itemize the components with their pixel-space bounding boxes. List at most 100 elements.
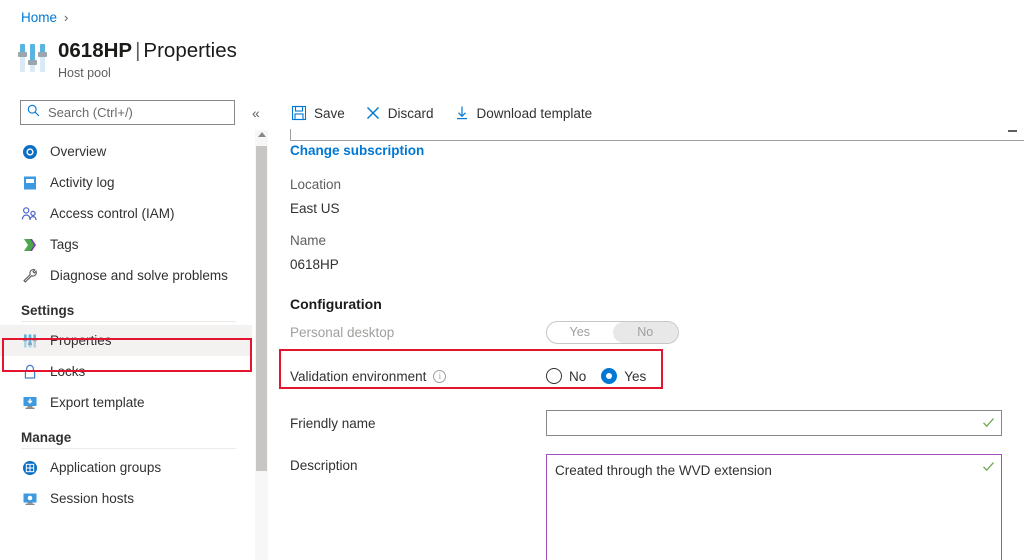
location-value: East US — [290, 201, 1016, 216]
search-box[interactable] — [20, 100, 235, 125]
save-button[interactable]: Save — [291, 105, 345, 121]
subscription-select-partial[interactable] — [290, 129, 1024, 141]
save-icon — [291, 105, 307, 121]
validation-environment-label: Validation environment i — [290, 369, 546, 384]
description-input-wrap[interactable]: Created through the WVD extension — [546, 454, 1002, 560]
sidebar-item-label: Activity log — [50, 175, 115, 190]
search-input[interactable] — [46, 104, 228, 121]
sidebar-item-properties[interactable]: Properties — [0, 325, 252, 356]
scrollbar-thumb[interactable] — [256, 146, 267, 471]
sidebar-group-settings-title: Settings — [0, 303, 252, 318]
chevron-right-icon: › — [64, 10, 68, 25]
sidebar-item-label: Application groups — [50, 460, 161, 475]
sidebar-item-label: Properties — [50, 333, 112, 348]
discard-button[interactable]: Discard — [365, 105, 434, 121]
radio-label: No — [569, 369, 586, 384]
checkmark-icon — [982, 460, 994, 472]
scroll-up-arrow-icon[interactable] — [258, 132, 266, 137]
activity-log-icon — [21, 174, 38, 191]
breadcrumb: Home › — [21, 10, 68, 25]
name-value: 0618HP — [290, 257, 1016, 272]
sidebar-item-application-groups[interactable]: Application groups — [0, 452, 252, 483]
friendly-name-row: Friendly name — [290, 410, 1016, 436]
sidebar-item-label: Session hosts — [50, 491, 134, 506]
tags-icon — [21, 236, 38, 253]
sidebar-search-row: « — [20, 100, 260, 125]
location-label: Location — [290, 177, 1016, 192]
sidebar-item-label: Access control (IAM) — [50, 206, 175, 221]
validation-environment-radio-yes[interactable]: Yes — [601, 368, 646, 384]
description-label: Description — [290, 454, 546, 473]
sidebar-item-locks[interactable]: Locks — [0, 356, 252, 387]
friendly-name-input[interactable] — [553, 415, 995, 432]
properties-form: Change subscription Location East US Nam… — [290, 142, 1016, 560]
breadcrumb-home-link[interactable]: Home — [21, 10, 57, 25]
discard-label: Discard — [388, 106, 434, 121]
validation-environment-label-text: Validation environment — [290, 369, 426, 384]
access-control-icon — [21, 205, 38, 222]
info-icon[interactable]: i — [433, 370, 446, 383]
sidebar-item-label: Export template — [50, 395, 145, 410]
description-textarea[interactable]: Created through the WVD extension — [553, 460, 995, 560]
validation-environment-row: Validation environment i No Yes — [290, 363, 1016, 389]
friendly-name-label: Friendly name — [290, 416, 546, 431]
overview-icon — [21, 143, 38, 160]
validation-environment-radio-group: No Yes — [546, 368, 646, 384]
sidebar: « Overview — [0, 96, 268, 560]
sidebar-item-access-control[interactable]: Access control (IAM) — [0, 198, 252, 229]
resource-name: 0618HP — [58, 39, 132, 62]
title-separator: | — [132, 39, 143, 62]
description-label-text: Description — [290, 458, 358, 473]
session-hosts-icon — [21, 490, 38, 507]
personal-desktop-toggle[interactable]: Yes No — [546, 321, 679, 344]
radio-circle-icon — [546, 368, 562, 384]
sidebar-divider — [21, 321, 236, 322]
sidebar-scrollbar[interactable] — [255, 130, 268, 560]
personal-desktop-option-no[interactable]: No — [613, 322, 679, 343]
change-subscription-link[interactable]: Change subscription — [290, 143, 424, 158]
sidebar-item-export-template[interactable]: Export template — [0, 387, 252, 418]
sidebar-item-tags[interactable]: Tags — [0, 229, 252, 260]
lock-icon — [21, 363, 38, 380]
name-label: Name — [290, 233, 1016, 248]
validation-environment-radio-no[interactable]: No — [546, 368, 586, 384]
personal-desktop-label-text: Personal desktop — [290, 325, 394, 340]
page-section-name: Properties — [143, 39, 236, 62]
sidebar-item-session-hosts[interactable]: Session hosts — [0, 483, 252, 514]
friendly-name-input-wrap[interactable] — [546, 410, 1002, 436]
sidebar-item-diagnose[interactable]: Diagnose and solve problems — [0, 260, 252, 291]
resource-type-subtitle: Host pool — [58, 66, 237, 80]
sidebar-item-label: Overview — [50, 144, 106, 159]
sidebar-item-label: Tags — [50, 237, 79, 252]
configuration-section-title: Configuration — [290, 296, 1016, 312]
personal-desktop-row: Personal desktop Yes No — [290, 319, 1016, 345]
description-row: Description Created through the WVD exte… — [290, 454, 1016, 560]
content-panel: Save Discard — [268, 96, 1024, 560]
radio-label: Yes — [624, 369, 646, 384]
sidebar-item-activity-log[interactable]: Activity log — [0, 167, 252, 198]
personal-desktop-label: Personal desktop — [290, 325, 546, 340]
download-template-label: Download template — [477, 106, 593, 121]
download-template-button[interactable]: Download template — [454, 105, 593, 121]
checkmark-icon — [982, 416, 994, 428]
command-bar: Save Discard — [269, 96, 1024, 130]
app-groups-icon — [21, 459, 38, 476]
download-icon — [454, 105, 470, 121]
azure-portal-host-pool-properties: Home › 0618HP|Properties Host pool — [0, 0, 1024, 560]
sidebar-group-manage-title: Manage — [0, 430, 252, 445]
close-icon — [365, 105, 381, 121]
personal-desktop-option-yes[interactable]: Yes — [547, 322, 613, 343]
save-label: Save — [314, 106, 345, 121]
friendly-name-label-text: Friendly name — [290, 416, 376, 431]
sliders-icon — [18, 42, 48, 76]
sidebar-item-overview[interactable]: Overview — [0, 136, 252, 167]
sliders-icon — [21, 332, 38, 349]
chevron-down-icon — [1008, 130, 1017, 132]
search-icon — [27, 104, 40, 122]
page-header: 0618HP|Properties Host pool — [18, 38, 237, 80]
sidebar-nav-list: Overview Activity log — [0, 136, 252, 514]
wrench-icon — [21, 267, 38, 284]
export-template-icon — [21, 394, 38, 411]
collapse-sidebar-button[interactable]: « — [252, 105, 260, 121]
sidebar-item-label: Diagnose and solve problems — [50, 268, 228, 283]
